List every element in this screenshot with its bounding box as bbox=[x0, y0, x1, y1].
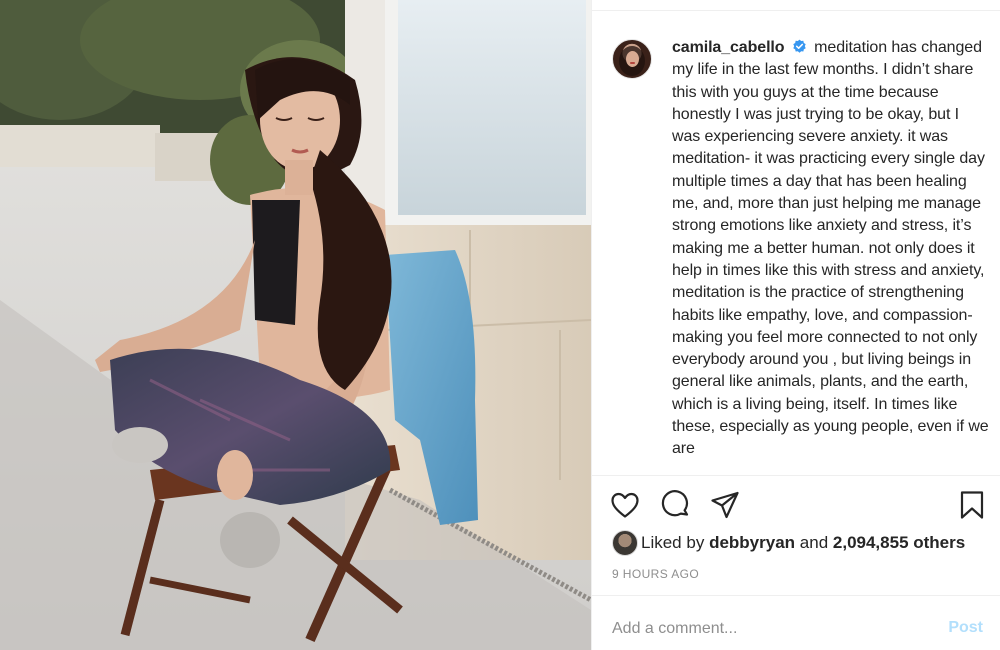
avatar-lips bbox=[630, 62, 635, 64]
caption-scroll-area[interactable]: camila_cabello meditation has changed my… bbox=[592, 11, 1000, 474]
likes-summary: Liked by debbyryan and 2,094,855 others bbox=[612, 530, 990, 556]
comment-input[interactable] bbox=[612, 612, 922, 646]
verified-badge-icon bbox=[793, 39, 806, 53]
post-photo[interactable] bbox=[0, 0, 591, 650]
likes-count-link[interactable]: 2,094,855 others bbox=[833, 533, 965, 552]
liked-by-and: and bbox=[799, 533, 829, 552]
liker-avatar[interactable] bbox=[612, 530, 638, 556]
liked-by-prefix: Liked by bbox=[641, 533, 705, 552]
paper-plane-icon[interactable] bbox=[709, 489, 741, 521]
likes-text: Liked by debbyryan and 2,094,855 others bbox=[641, 533, 965, 553]
post-caption: camila_cabello meditation has changed my… bbox=[672, 37, 990, 461]
actions-divider bbox=[592, 475, 1000, 476]
author-username[interactable]: camila_cabello bbox=[672, 39, 785, 56]
post-details-panel: camila_cabello meditation has changed my… bbox=[591, 0, 1000, 650]
comment-divider bbox=[592, 595, 1000, 596]
liked-by-user-link[interactable]: debbyryan bbox=[709, 533, 795, 552]
speech-bubble-icon[interactable] bbox=[660, 489, 692, 521]
bookmark-icon[interactable] bbox=[956, 489, 988, 521]
post-comment-button[interactable]: Post bbox=[948, 619, 983, 637]
avatar-face bbox=[626, 51, 639, 67]
post-timestamp[interactable]: 9 HOURS AGO bbox=[612, 567, 699, 581]
caption-text: meditation has changed my life in the la… bbox=[672, 39, 989, 458]
author-avatar[interactable] bbox=[612, 39, 652, 79]
heart-icon[interactable] bbox=[609, 489, 641, 521]
meditation-photo-illustration bbox=[0, 0, 591, 650]
